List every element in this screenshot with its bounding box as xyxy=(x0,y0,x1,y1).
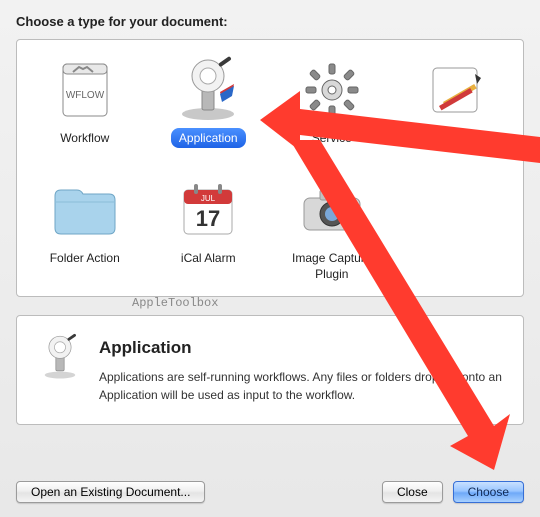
description-body: Applications are self-running workflows.… xyxy=(99,368,505,404)
open-existing-button[interactable]: Open an Existing Document... xyxy=(16,481,205,503)
type-folderaction-label: Folder Action xyxy=(42,248,128,268)
description-panel: Application Applications are self-runnin… xyxy=(16,315,524,425)
folder-action-icon xyxy=(25,174,145,246)
choose-button[interactable]: Choose xyxy=(453,481,524,503)
type-service[interactable]: Service xyxy=(272,50,392,170)
print-plugin-icon xyxy=(395,54,515,126)
close-button[interactable]: Close xyxy=(382,481,443,503)
image-capture-icon xyxy=(272,174,392,246)
prompt-label: Choose a type for your document: xyxy=(16,14,524,29)
type-printplugin-label: Print Plugin xyxy=(417,128,494,148)
type-folderaction[interactable]: Folder Action xyxy=(25,170,145,290)
ical-alarm-icon: JUL 17 xyxy=(148,174,268,246)
svg-text:WFLOW: WFLOW xyxy=(66,90,105,101)
type-application[interactable]: Application xyxy=(148,50,268,170)
application-icon xyxy=(148,54,268,126)
type-service-label: Service xyxy=(304,128,360,148)
type-application-label: Application xyxy=(171,128,246,148)
type-workflow[interactable]: WFLOW Workflow xyxy=(25,50,145,170)
description-title: Application xyxy=(99,338,505,358)
type-grid-panel: WFLOW Workflow Application xyxy=(16,39,524,297)
type-icalalarm[interactable]: JUL 17 iCal Alarm xyxy=(148,170,268,290)
footer-bar: Open an Existing Document... Close Choos… xyxy=(0,469,540,517)
watermark-text: AppleToolbox xyxy=(132,296,218,310)
type-imagecapture[interactable]: Image Capture Plugin xyxy=(272,170,392,290)
type-workflow-label: Workflow xyxy=(52,128,117,148)
type-printplugin[interactable]: Print Plugin xyxy=(395,50,515,170)
type-icalalarm-label: iCal Alarm xyxy=(173,248,244,268)
workflow-icon: WFLOW xyxy=(25,54,145,126)
svg-text:JUL: JUL xyxy=(201,194,216,203)
service-icon xyxy=(272,54,392,126)
description-icon xyxy=(35,332,85,385)
svg-text:17: 17 xyxy=(196,206,220,231)
type-imagecapture-label: Image Capture Plugin xyxy=(278,248,386,284)
